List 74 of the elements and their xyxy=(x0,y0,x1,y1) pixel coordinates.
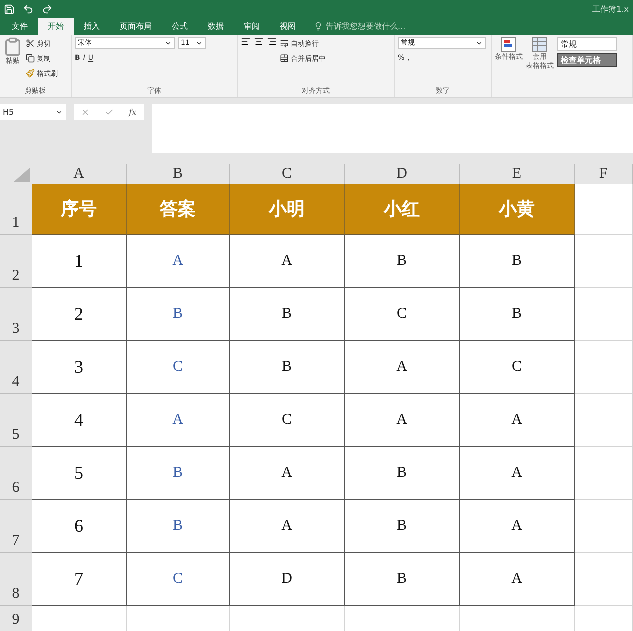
table-cell: B xyxy=(345,447,460,500)
table-cell: B xyxy=(230,341,345,394)
scissors-icon xyxy=(26,39,35,48)
header-cell: 小红 xyxy=(345,184,460,235)
table-cell: 6 xyxy=(32,500,127,553)
align-left-icon[interactable] xyxy=(241,37,251,47)
table-cell: A xyxy=(460,394,575,447)
table-cell: B xyxy=(127,447,230,500)
formula-input[interactable] xyxy=(152,104,633,153)
table-cell: B xyxy=(127,500,230,553)
table-cell: C xyxy=(345,288,460,341)
clipboard-icon xyxy=(3,37,23,57)
paintbrush-icon xyxy=(26,69,35,78)
table-cell: A xyxy=(127,235,230,288)
insert-function-button[interactable]: fx xyxy=(129,108,137,116)
caret-icon xyxy=(476,40,483,46)
lightbulb-icon xyxy=(314,22,323,31)
name-box[interactable]: H5 xyxy=(0,104,66,120)
redo-icon[interactable] xyxy=(42,4,53,14)
caret-icon xyxy=(165,40,172,46)
table-cell: A xyxy=(460,500,575,553)
ribbon-tab[interactable]: 公式 xyxy=(162,18,198,35)
table-cell: A xyxy=(460,553,575,606)
ribbon-tab[interactable]: 审阅 xyxy=(234,18,270,35)
table-cell: 3 xyxy=(32,341,127,394)
header-cell: 小黄 xyxy=(460,184,575,235)
caret-icon xyxy=(196,40,203,46)
table-cell: B xyxy=(230,288,345,341)
table-cell: A xyxy=(345,394,460,447)
header-cell: 答案 xyxy=(127,184,230,235)
table-cell: A xyxy=(230,500,345,553)
undo-icon[interactable] xyxy=(23,4,34,14)
tell-me-field[interactable]: 告诉我您想要做什么... xyxy=(306,18,414,35)
table-cell: A xyxy=(127,394,230,447)
header-cell: 序号 xyxy=(32,184,127,235)
save-icon[interactable] xyxy=(4,4,15,14)
merge-cells-icon xyxy=(280,54,289,63)
caret-icon xyxy=(56,108,63,116)
table-cell: 2 xyxy=(32,288,127,341)
ribbon-tab[interactable]: 数据 xyxy=(198,18,234,35)
ribbon-tab[interactable]: 插入 xyxy=(74,18,110,35)
table-cell: A xyxy=(345,341,460,394)
table-cell: 4 xyxy=(32,394,127,447)
table-cell: B xyxy=(345,235,460,288)
table-cell: B xyxy=(460,235,575,288)
table-cell: 7 xyxy=(32,553,127,606)
ribbon-tab[interactable]: 开始 xyxy=(38,18,74,35)
table-icon xyxy=(532,37,548,53)
table-cell: B xyxy=(345,500,460,553)
table-cell: D xyxy=(230,553,345,606)
table-cell: 1 xyxy=(32,235,127,288)
table-cell: A xyxy=(230,447,345,500)
copy-icon xyxy=(26,54,35,63)
table-cell: A xyxy=(230,235,345,288)
table-cell: C xyxy=(127,553,230,606)
table-cell: C xyxy=(230,394,345,447)
table-cell: A xyxy=(460,447,575,500)
style-normal-button[interactable]: 常规 xyxy=(557,37,617,51)
window-title: 工作簿1.x xyxy=(592,4,629,14)
ribbon-tab[interactable]: 文件 xyxy=(2,18,38,35)
table-cell: 5 xyxy=(32,447,127,500)
table-cell: C xyxy=(127,341,230,394)
align-center-icon[interactable] xyxy=(254,37,264,47)
table-cell: B xyxy=(127,288,230,341)
header-cell: 小明 xyxy=(230,184,345,235)
style-check-cell-button[interactable]: 检查单元格 xyxy=(557,53,617,67)
wrap-text-icon xyxy=(280,39,289,48)
select-all-icon xyxy=(14,168,30,182)
ribbon-tab[interactable]: 视图 xyxy=(270,18,306,35)
align-right-icon[interactable] xyxy=(267,37,277,47)
ribbon-tab[interactable]: 页面布局 xyxy=(110,18,162,35)
table-cell: B xyxy=(345,553,460,606)
table-cell: B xyxy=(460,288,575,341)
table-cell: C xyxy=(460,341,575,394)
